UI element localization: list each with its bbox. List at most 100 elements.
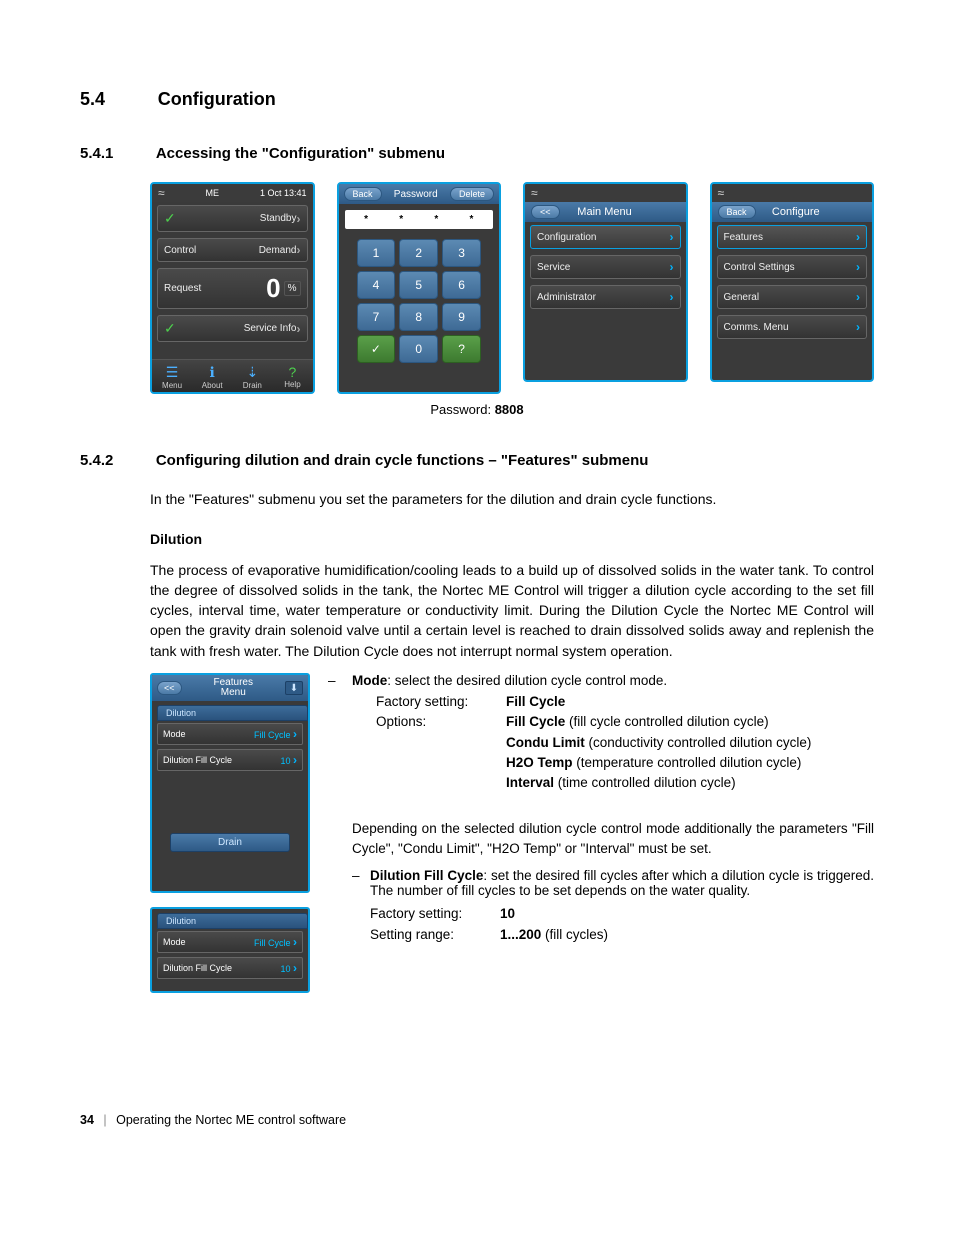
logo-icon	[158, 186, 165, 200]
back-button[interactable]: Back	[344, 187, 382, 201]
menu-item-comms[interactable]: Comms. Menu›	[717, 315, 868, 339]
key-2[interactable]: 2	[399, 239, 438, 267]
check-icon: ✓	[164, 320, 176, 337]
control-label: Control	[164, 245, 196, 256]
datetime: 1 Oct 13:41	[260, 188, 307, 198]
check-icon: ✓	[164, 210, 176, 227]
request-unit: %	[284, 281, 301, 296]
screen-main-menu: << Main Menu Configuration› Service› Adm…	[523, 182, 688, 382]
chevron-right-icon: ›	[670, 260, 674, 274]
mode-row[interactable]: Mode Fill Cycle ›	[157, 931, 303, 953]
menu-header: Back Configure	[712, 202, 873, 222]
features-title: Features Menu	[186, 678, 281, 698]
back-button[interactable]: Back	[718, 205, 756, 219]
features-screens-column: << Features Menu ⬇ Dilution Mode Fill Cy…	[150, 673, 310, 993]
mode-description: – Mode: select the desired dilution cycl…	[328, 673, 874, 793]
password-title: Password	[394, 189, 438, 200]
fill-cycle-description: – Dilution Fill Cycle: set the desired f…	[352, 868, 874, 945]
bullet-dash: –	[352, 868, 360, 945]
subsection-title: Configuring dilution and drain cycle fun…	[156, 452, 649, 469]
mode-row[interactable]: Mode Fill Cycle ›	[157, 723, 303, 745]
key-6[interactable]: 6	[442, 271, 481, 299]
features-header: << Features Menu ⬇	[152, 675, 308, 701]
about-button[interactable]: ℹAbout	[193, 364, 231, 390]
screen-features-menu: << Features Menu ⬇ Dilution Mode Fill Cy…	[150, 673, 310, 893]
chevron-right-icon: ›	[856, 290, 860, 304]
service-row[interactable]: ✓ Service Info ›	[157, 315, 308, 342]
chevron-right-icon: ›	[856, 260, 860, 274]
dilution-fill-cycle-row[interactable]: Dilution Fill Cycle 10 ›	[157, 749, 303, 771]
screen-home: ME 1 Oct 13:41 ✓ Standby › Control Deman…	[150, 182, 315, 394]
menu-item-service[interactable]: Service›	[530, 255, 681, 279]
status-bar	[712, 184, 873, 202]
subsection-number: 5.4.2	[80, 452, 150, 469]
password-header: Back Password Delete	[339, 184, 500, 204]
section-heading: 5.4 Configuration	[80, 80, 874, 112]
drain-tab[interactable]: Drain	[170, 833, 290, 852]
logo-icon	[531, 186, 538, 200]
status-bar	[525, 184, 686, 202]
subsection-number: 5.4.1	[80, 145, 150, 162]
key-1[interactable]: 1	[357, 239, 396, 267]
dilution-fill-cycle-row[interactable]: Dilution Fill Cycle 10 ›	[157, 957, 303, 979]
chevron-right-icon: ›	[670, 290, 674, 304]
configuration-nav-screens: ME 1 Oct 13:41 ✓ Standby › Control Deman…	[150, 182, 874, 394]
menu-button[interactable]: ☰Menu	[153, 364, 191, 390]
intro-paragraph: In the "Features" submenu you set the pa…	[150, 489, 874, 509]
request-row: Request 0 %	[157, 268, 308, 309]
key-4[interactable]: 4	[357, 271, 396, 299]
drain-button[interactable]: ⇣Drain	[233, 364, 271, 390]
key-0[interactable]: 0	[399, 335, 438, 363]
help-button[interactable]: ?Help	[273, 364, 311, 390]
key-confirm[interactable]: ✓	[357, 335, 396, 363]
service-label: Service Info	[244, 323, 297, 334]
logo-icon	[718, 186, 725, 200]
password-display: * * * *	[345, 210, 494, 229]
key-5[interactable]: 5	[399, 271, 438, 299]
subsection-heading-542: 5.4.2 Configuring dilution and drain cyc…	[80, 447, 874, 471]
chevron-right-icon: ›	[293, 727, 297, 741]
device-name: ME	[206, 188, 220, 198]
chevron-right-icon: ›	[293, 935, 297, 949]
download-icon[interactable]: ⬇	[285, 681, 303, 695]
menu-item-features[interactable]: Features›	[717, 225, 868, 249]
dilution-tab[interactable]: Dilution	[157, 705, 308, 721]
help-icon: ?	[273, 364, 311, 380]
chevron-right-icon: ›	[297, 243, 301, 257]
menu-item-control-settings[interactable]: Control Settings›	[717, 255, 868, 279]
check-icon: ✓	[371, 342, 381, 356]
chevron-right-icon: ›	[293, 961, 297, 975]
key-7[interactable]: 7	[357, 303, 396, 331]
key-9[interactable]: 9	[442, 303, 481, 331]
control-row[interactable]: Control Demand ›	[157, 238, 308, 262]
chevron-right-icon: ›	[856, 230, 860, 244]
menu-item-general[interactable]: General›	[717, 285, 868, 309]
menu-item-configuration[interactable]: Configuration›	[530, 225, 681, 249]
menu-item-administrator[interactable]: Administrator›	[530, 285, 681, 309]
status-bar: ME 1 Oct 13:41	[152, 184, 313, 202]
section-title: Configuration	[158, 89, 276, 109]
back-button[interactable]: <<	[531, 205, 560, 219]
chevron-right-icon: ›	[297, 212, 301, 226]
depending-paragraph: Depending on the selected dilution cycle…	[352, 819, 874, 858]
demand-label: Demand	[259, 245, 297, 256]
menu-header: << Main Menu	[525, 202, 686, 222]
drain-icon: ⇣	[233, 364, 271, 381]
keypad: 1 2 3 4 5 6 7 8 9 ✓ 0 ?	[339, 235, 500, 369]
info-icon: ℹ	[193, 364, 231, 381]
screen-configure: Back Configure Features› Control Setting…	[710, 182, 875, 382]
key-3[interactable]: 3	[442, 239, 481, 267]
dilution-tab[interactable]: Dilution	[157, 913, 308, 929]
subsection-heading-541: 5.4.1 Accessing the "Configuration" subm…	[80, 140, 874, 164]
key-8[interactable]: 8	[399, 303, 438, 331]
subsection-title: Accessing the "Configuration" submenu	[156, 145, 445, 162]
dilution-heading: Dilution	[150, 529, 874, 549]
key-help[interactable]: ?	[442, 335, 481, 363]
back-button[interactable]: <<	[157, 681, 182, 695]
dilution-paragraph: The process of evaporative humidificatio…	[150, 560, 874, 661]
screen-features-crop: Dilution Mode Fill Cycle › Dilution Fill…	[150, 907, 310, 993]
delete-button[interactable]: Delete	[450, 187, 494, 201]
section-number: 5.4	[80, 89, 150, 110]
standby-row[interactable]: ✓ Standby ›	[157, 205, 308, 232]
chevron-right-icon: ›	[293, 753, 297, 767]
